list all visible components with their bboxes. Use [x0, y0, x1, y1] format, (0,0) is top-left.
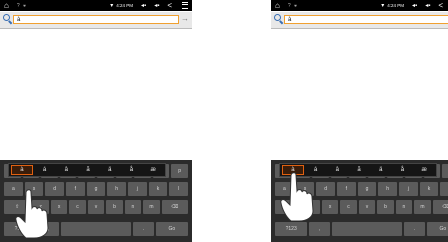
key[interactable]: m — [414, 200, 431, 214]
volume-up-icon[interactable]: ◂▪ — [154, 2, 159, 9]
search-bar: à → — [0, 12, 192, 29]
key[interactable]: l — [440, 182, 448, 196]
home-icon[interactable]: ⌂ — [275, 0, 280, 11]
go-key[interactable]: Go — [426, 222, 448, 236]
accent-option[interactable]: ã — [78, 165, 98, 175]
accent-option[interactable]: å — [122, 165, 142, 175]
key[interactable]: n — [124, 200, 142, 214]
status-time: 4:24 PM — [387, 3, 405, 8]
volume-icon[interactable]: ◂▪ — [141, 2, 146, 9]
period-key[interactable]: . — [133, 222, 154, 236]
accent-option[interactable]: æ — [143, 165, 163, 175]
status-bar: ⌂ ? ⚹ ▾ 4:24 PM ◂▪ ◂▪ < — [271, 0, 448, 11]
volume-up-icon[interactable]: ◂▪ — [425, 2, 430, 9]
accent-option[interactable]: å — [393, 165, 413, 175]
wifi-icon: ▾ — [381, 3, 385, 9]
screen-right: ⌂ ? ⚹ ▾ 4:24 PM ◂▪ ◂▪ < à → q w e r t y … — [271, 0, 448, 242]
space-key[interactable] — [60, 222, 132, 236]
key-row-4: ?123 , . Go — [275, 222, 448, 236]
back-icon[interactable]: < — [438, 1, 443, 10]
key[interactable]: l — [169, 182, 189, 196]
delete-key[interactable]: ⌫ — [161, 200, 188, 214]
key[interactable]: g — [86, 182, 106, 196]
key[interactable]: n — [395, 200, 413, 214]
key[interactable]: c — [69, 200, 86, 214]
search-input[interactable]: à — [284, 15, 448, 24]
screen-left: ⌂ ? ⚹ ▾ 4:24 PM ◂▪ ◂▪ < à → q w e r t y … — [0, 0, 192, 242]
search-icon — [274, 14, 284, 25]
accent-option[interactable]: â — [56, 165, 76, 175]
key[interactable]: b — [106, 200, 123, 214]
key[interactable]: m — [143, 200, 160, 214]
accent-option[interactable]: æ — [414, 165, 434, 175]
key[interactable]: f — [337, 182, 356, 196]
key[interactable]: d — [316, 182, 336, 196]
delete-key[interactable]: ⌫ — [432, 200, 448, 214]
menu-icon[interactable] — [182, 2, 188, 9]
period-key[interactable]: . — [404, 222, 425, 236]
key[interactable]: p — [442, 164, 448, 178]
accent-option[interactable]: ã — [349, 165, 369, 175]
arrow-right-icon[interactable]: → — [181, 14, 189, 23]
wifi-icon: ▾ — [110, 3, 114, 9]
key[interactable]: f — [66, 182, 85, 196]
accent-popup: à á â ã ä å æ — [8, 163, 166, 177]
key[interactable]: v — [358, 200, 376, 214]
status-time: 4:24 PM — [116, 3, 134, 8]
search-icon — [3, 14, 13, 25]
key[interactable]: j — [128, 182, 147, 196]
key[interactable]: j — [399, 182, 418, 196]
symbols-key[interactable]: ?123 — [275, 222, 308, 236]
key[interactable]: x — [321, 200, 339, 214]
notification-icons: ? ⚹ — [287, 2, 299, 9]
accent-option[interactable]: ä — [100, 165, 120, 175]
key[interactable]: k — [419, 182, 439, 196]
search-bar: à → — [271, 12, 448, 29]
key[interactable]: h — [378, 182, 398, 196]
key[interactable]: v — [87, 200, 105, 214]
hand-pointer-icon — [279, 171, 319, 222]
accent-option[interactable]: à — [11, 165, 33, 175]
key[interactable]: c — [340, 200, 357, 214]
accent-option[interactable]: ä — [371, 165, 391, 175]
key[interactable]: h — [107, 182, 127, 196]
key[interactable]: p — [171, 164, 188, 178]
comma-key[interactable]: , — [309, 222, 330, 236]
status-bar: ⌂ ? ⚹ ▾ 4:24 PM ◂▪ ◂▪ < — [0, 0, 192, 11]
notification-icons: ? ⚹ — [16, 2, 28, 9]
volume-icon[interactable]: ◂▪ — [412, 2, 417, 9]
home-icon[interactable]: ⌂ — [4, 0, 9, 11]
hand-pointer-icon — [14, 188, 54, 239]
accent-option[interactable]: â — [327, 165, 347, 175]
back-icon[interactable]: < — [167, 1, 172, 10]
search-input[interactable]: à — [13, 15, 179, 24]
accent-option[interactable]: á — [35, 165, 55, 175]
key[interactable]: k — [148, 182, 168, 196]
key[interactable]: g — [357, 182, 377, 196]
key[interactable]: b — [377, 200, 394, 214]
go-key[interactable]: Go — [155, 222, 189, 236]
space-key[interactable] — [331, 222, 403, 236]
